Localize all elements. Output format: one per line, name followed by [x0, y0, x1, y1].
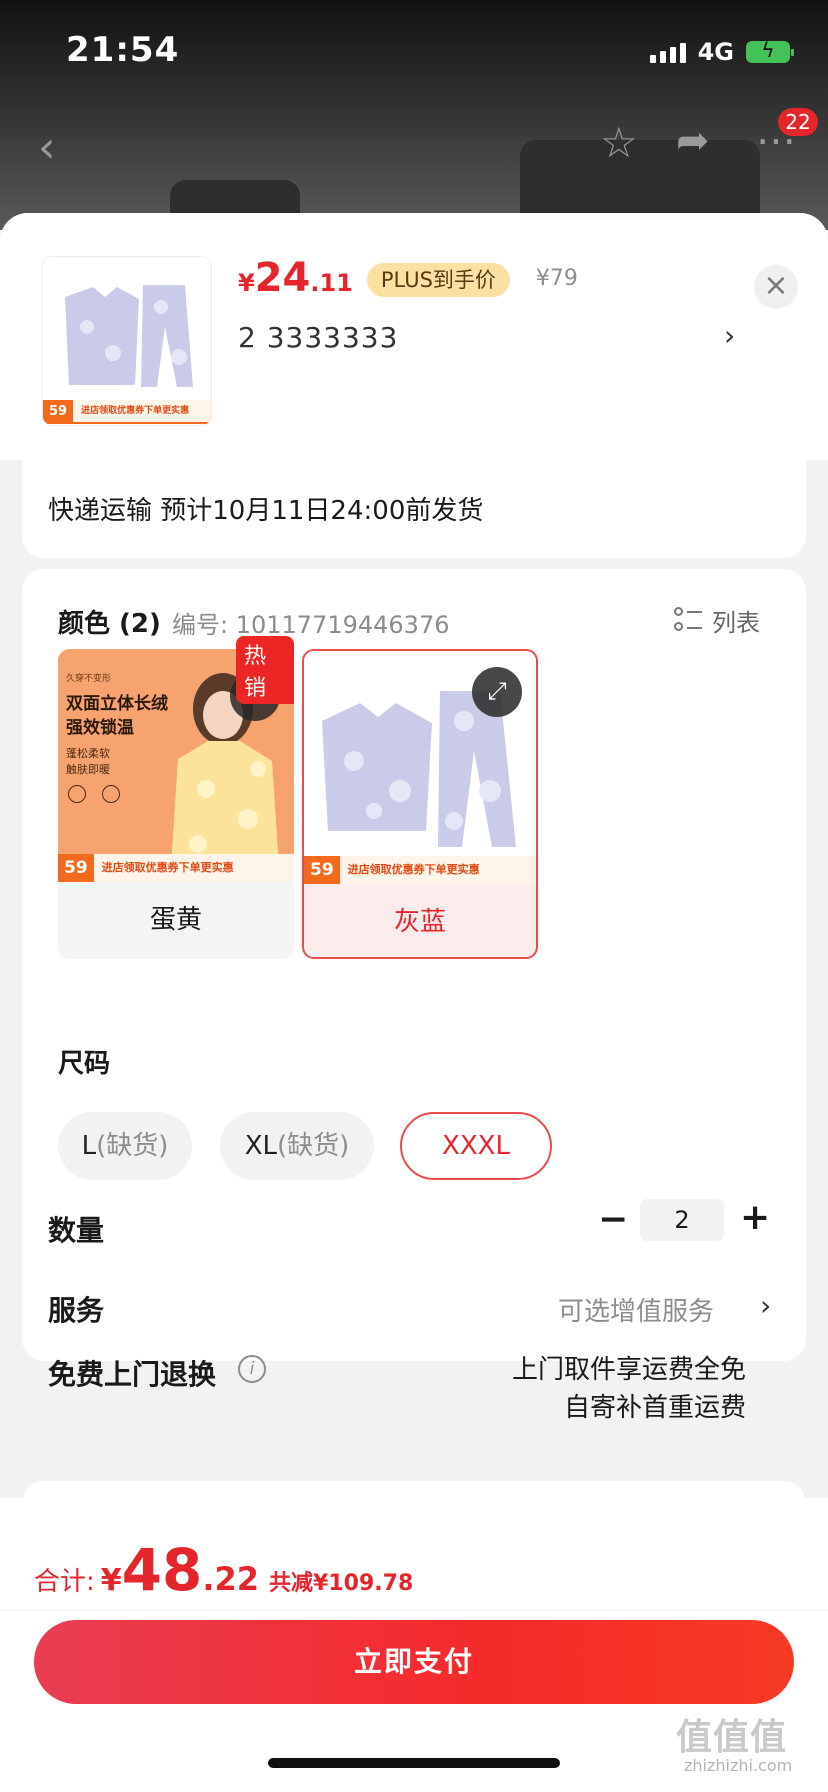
- ad-sub-line2: 触肤即暖: [66, 763, 110, 776]
- status-indicators: 4G ϟ: [649, 38, 794, 66]
- size-option-l[interactable]: L(缺货): [58, 1112, 192, 1180]
- hot-sale-tag: 热销: [236, 636, 294, 704]
- free-return-line2: 自寄补首重运费: [563, 1393, 746, 1423]
- list-view-label: 列表: [712, 609, 760, 637]
- chevron-right-icon[interactable]: ›: [724, 319, 735, 352]
- status-bar: 21:54 4G ϟ: [0, 0, 828, 100]
- quantity-increase-button[interactable]: +: [740, 1197, 770, 1238]
- plus-price-tag: PLUS到手价: [366, 263, 510, 297]
- ad-title-line1: 双面立体长绒: [66, 694, 168, 714]
- original-price: ¥79: [535, 266, 578, 291]
- signal-icon: [649, 41, 686, 63]
- shipping-card: 快递运输 预计10月11日24:00前发货: [22, 460, 806, 558]
- quantity-decrease-button[interactable]: −: [598, 1199, 628, 1240]
- free-return-label: 免费上门退换: [48, 1358, 217, 1391]
- ad-title-line2: 强效锁温: [66, 718, 134, 738]
- message-count-badge: 22: [778, 108, 818, 136]
- info-icon[interactable]: i: [238, 1355, 266, 1383]
- service-label: 服务: [48, 1294, 105, 1327]
- list-view-toggle[interactable]: 列表: [674, 603, 760, 638]
- order-total: 合计: ¥ 48 .22 共减¥109.78: [34, 1536, 413, 1604]
- color-option-hui-lan[interactable]: 59 进店领取优惠券下单更实惠 ⤢ 灰蓝: [302, 649, 538, 959]
- total-label: 合计:: [34, 1567, 95, 1597]
- total-decimal: .22: [202, 1560, 260, 1598]
- feature-icon-2: [102, 785, 120, 803]
- watermark-url: zhizhizhi.com: [684, 1756, 793, 1775]
- feature-icon-1: [68, 785, 86, 803]
- price-line: ¥ 24 .11 PLUS到手价 ¥79: [238, 255, 578, 301]
- service-value[interactable]: 可选增值服务: [558, 1291, 714, 1328]
- total-integer: 48: [121, 1536, 203, 1604]
- color-option-name: 灰蓝: [393, 907, 446, 937]
- ad-small-text: 久穿不变形: [66, 674, 112, 684]
- back-icon[interactable]: ‹: [38, 122, 56, 173]
- quantity-label: 数量: [48, 1214, 105, 1247]
- promo-strip: 59 进店领取优惠券下单更实惠: [304, 856, 536, 884]
- list-icon: [674, 606, 702, 635]
- free-return-line1: 上门取件享运费全免: [511, 1355, 746, 1385]
- product-thumbnail[interactable]: 59 进店领取优惠券下单更实惠: [42, 256, 212, 426]
- home-indicator[interactable]: [268, 1758, 560, 1768]
- color-label: 颜色 (2): [58, 609, 161, 639]
- size-option-xxxl[interactable]: XXXL: [400, 1112, 552, 1180]
- ad-sub-line1: 蓬松柔软: [66, 747, 110, 760]
- watermark-logo: 值值值: [676, 1717, 788, 1758]
- total-discount: 共减¥109.78: [269, 1571, 414, 1596]
- price-currency: ¥: [238, 269, 255, 297]
- expand-icon[interactable]: ⤢: [472, 667, 522, 717]
- battery-icon: ϟ: [746, 38, 794, 63]
- chevron-right-icon[interactable]: ›: [760, 1289, 771, 1322]
- product-code: 编号: 10117719446376: [172, 611, 450, 639]
- product-top-nav: ‹ ☆ ➦ ⋯ 22: [0, 108, 828, 190]
- pay-now-button[interactable]: 立即支付: [34, 1620, 794, 1704]
- status-time: 21:54: [66, 30, 180, 70]
- shipping-estimate: 快递运输 预计10月11日24:00前发货: [48, 496, 484, 526]
- selected-spec[interactable]: 2 3333333: [238, 321, 398, 354]
- price-decimal: .11: [310, 269, 353, 297]
- price-integer: 24: [254, 255, 311, 301]
- color-option-dan-huang[interactable]: 热销 久穿不变形 双面立体长绒 强效锁温 蓬松柔软 触肤即暖 59 进店领取优惠…: [58, 636, 294, 959]
- divider: [0, 1610, 828, 1611]
- thumb-promo-strip: 59 进店领取优惠券下单更实惠: [43, 400, 211, 422]
- color-option-name: 蛋黄: [149, 905, 202, 935]
- network-type: 4G: [697, 38, 734, 66]
- options-card: 颜色 (2) 编号: 10117719446376 列表 热销 久穿不变形 双面…: [22, 569, 806, 1423]
- sku-header: 59 进店领取优惠券下单更实惠 ¥ 24 .11 PLUS到手价 ¥79 2 3…: [0, 213, 828, 460]
- favorite-star-icon[interactable]: ☆: [600, 118, 638, 167]
- free-return-text: 上门取件享运费全免 自寄补首重运费: [512, 1351, 746, 1427]
- total-currency: ¥: [100, 1563, 122, 1598]
- close-button[interactable]: ×: [754, 265, 798, 309]
- promo-strip: 59 进店领取优惠券下单更实惠: [58, 854, 294, 882]
- size-label: 尺码: [58, 1049, 111, 1079]
- quantity-input[interactable]: 2: [640, 1199, 724, 1241]
- share-icon[interactable]: ➦: [676, 118, 710, 164]
- checkout-bar: 合计: ¥ 48 .22 共减¥109.78 立即支付 值值值 zhizhizh…: [0, 1498, 828, 1792]
- size-option-xl[interactable]: XL(缺货): [220, 1112, 374, 1180]
